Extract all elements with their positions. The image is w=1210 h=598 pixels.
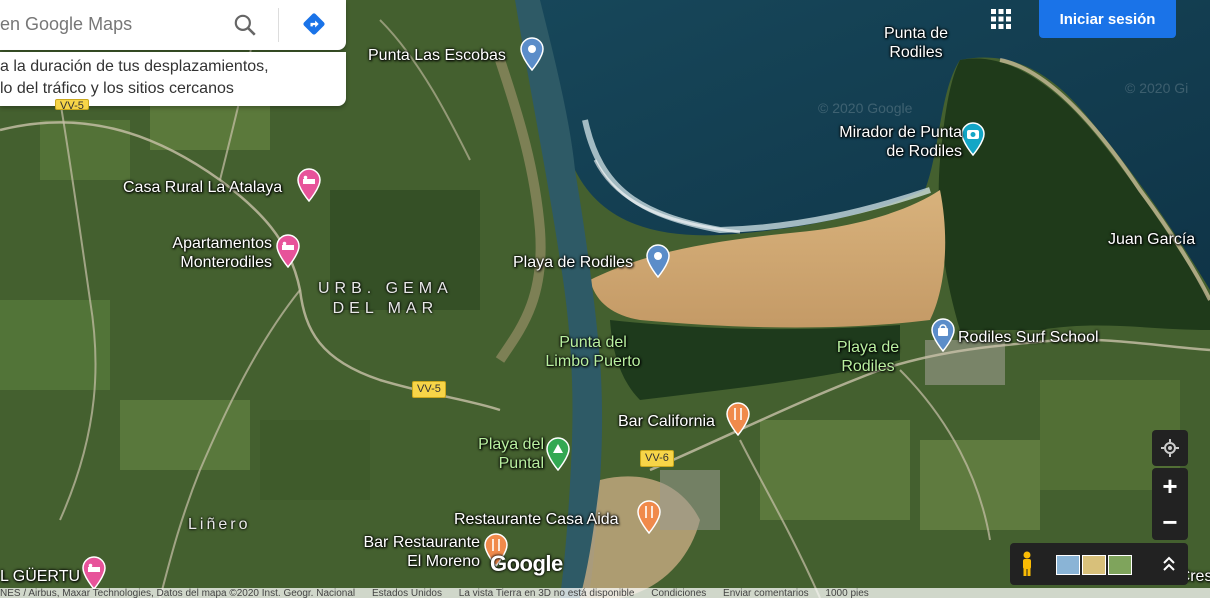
hotel-pin-icon[interactable]	[275, 234, 301, 268]
place-label[interactable]: Playa de Rodiles	[832, 338, 904, 376]
neighborhood-label-line: DEL MAR	[332, 300, 439, 317]
neighborhood-label: URB. GEMA DEL MAR	[318, 279, 453, 319]
zoom-in-button[interactable]: +	[1152, 468, 1188, 504]
restaurant-pin-icon[interactable]	[725, 402, 751, 436]
hotel-pin-icon[interactable]	[296, 168, 322, 202]
search-input[interactable]: en Google Maps	[0, 14, 132, 35]
chevron-up-icon	[1163, 556, 1175, 571]
map-watermark: © 2020 Google	[818, 100, 913, 116]
hotel-pin-icon[interactable]	[81, 556, 107, 590]
layer-thumb-satellite[interactable]	[1108, 555, 1132, 575]
place-label-text: Mirador de Punta de Rodiles	[839, 124, 962, 160]
zoom-out-button[interactable]: −	[1152, 504, 1188, 540]
camera-pin-icon[interactable]	[960, 122, 986, 156]
place-label[interactable]: Punta del Limbo Puerto	[540, 333, 646, 371]
place-label-text: Punta del Limbo Puerto	[545, 334, 641, 370]
restaurant-pin-icon[interactable]	[636, 500, 662, 534]
place-label[interactable]: Casa Rural La Atalaya	[123, 178, 282, 197]
layer-thumb-terrain[interactable]	[1082, 555, 1106, 575]
tip-line-2: lo del tráfico y los sitios cercanos	[0, 80, 234, 97]
place-label[interactable]: Mirador de Punta de Rodiles	[826, 123, 962, 161]
place-label-text: Apartamentos Monterodiles	[172, 235, 272, 271]
my-location-button[interactable]	[1152, 430, 1188, 466]
place-label[interactable]: Playa de Rodiles	[513, 253, 633, 272]
tip-line-1: a la duración de tus desplazamientos,	[0, 58, 269, 75]
location-icon	[1161, 439, 1179, 457]
road-shield: VV-6	[640, 450, 674, 467]
place-label-text: Playa de Rodiles	[836, 339, 900, 375]
terms-link[interactable]: Condiciones	[651, 588, 706, 598]
place-label[interactable]: Rodiles Surf School	[958, 328, 1099, 347]
map-footer: NES / Airbus, Maxar Technologies, Datos …	[0, 588, 1210, 598]
map-watermark-2: © 2020 Gi	[1125, 80, 1189, 96]
country-link[interactable]: Estados Unidos	[372, 588, 442, 598]
attribution-text: NES / Airbus, Maxar Technologies, Datos …	[0, 588, 356, 598]
google-logo: Google	[490, 551, 563, 576]
layer-switcher[interactable]	[1010, 543, 1188, 585]
layer-thumb-map[interactable]	[1056, 555, 1080, 575]
scale-label[interactable]: 1000 pies	[825, 588, 868, 598]
poi-pin-icon[interactable]	[519, 37, 545, 71]
place-label[interactable]: Juan García	[1108, 230, 1195, 249]
directions-icon[interactable]	[300, 10, 328, 43]
place-label[interactable]: Apartamentos Monterodiles	[160, 234, 272, 272]
zoom-controls: + −	[1152, 468, 1188, 540]
road-shield: VV-5	[55, 99, 89, 110]
neighborhood-label-line: URB. GEMA	[318, 280, 453, 297]
place-label-text: Punta de Rodiles	[883, 25, 949, 61]
feedback-link[interactable]: Enviar comentarios	[723, 588, 809, 598]
earth-3d-notice[interactable]: La vista Tierra en 3D no está disponible	[459, 588, 635, 598]
place-label-text: Playa del Puntal	[478, 436, 544, 472]
search-divider	[278, 8, 279, 42]
place-label[interactable]: Bar Restaurante El Moreno	[352, 533, 480, 571]
place-label[interactable]: Punta Las Escobas	[368, 46, 506, 65]
place-label[interactable]: Restaurante Casa Aida	[454, 510, 619, 529]
road-shield: VV-5	[412, 381, 446, 398]
pegman-icon	[1023, 551, 1031, 576]
place-label[interactable]: Punta de Rodiles	[876, 24, 956, 62]
signin-button[interactable]: Iniciar sesión	[1039, 0, 1176, 38]
place-label[interactable]: Playa del Puntal	[472, 435, 544, 473]
place-label-text: Bar Restaurante El Moreno	[363, 534, 480, 570]
town-label: Liñero	[188, 516, 251, 533]
place-label[interactable]: L GÜERTU	[0, 567, 80, 586]
apps-grid-icon[interactable]	[990, 8, 1012, 30]
shopping-pin-icon[interactable]	[930, 318, 956, 352]
search-box[interactable]: en Google Maps	[0, 0, 346, 50]
place-label[interactable]: Bar California	[618, 412, 715, 431]
search-icon[interactable]	[232, 12, 258, 43]
park-pin-icon[interactable]	[545, 437, 571, 471]
beach-pin-icon[interactable]	[645, 244, 671, 278]
tip-panel[interactable]: a la duración de tus desplazamientos, lo…	[0, 52, 346, 106]
